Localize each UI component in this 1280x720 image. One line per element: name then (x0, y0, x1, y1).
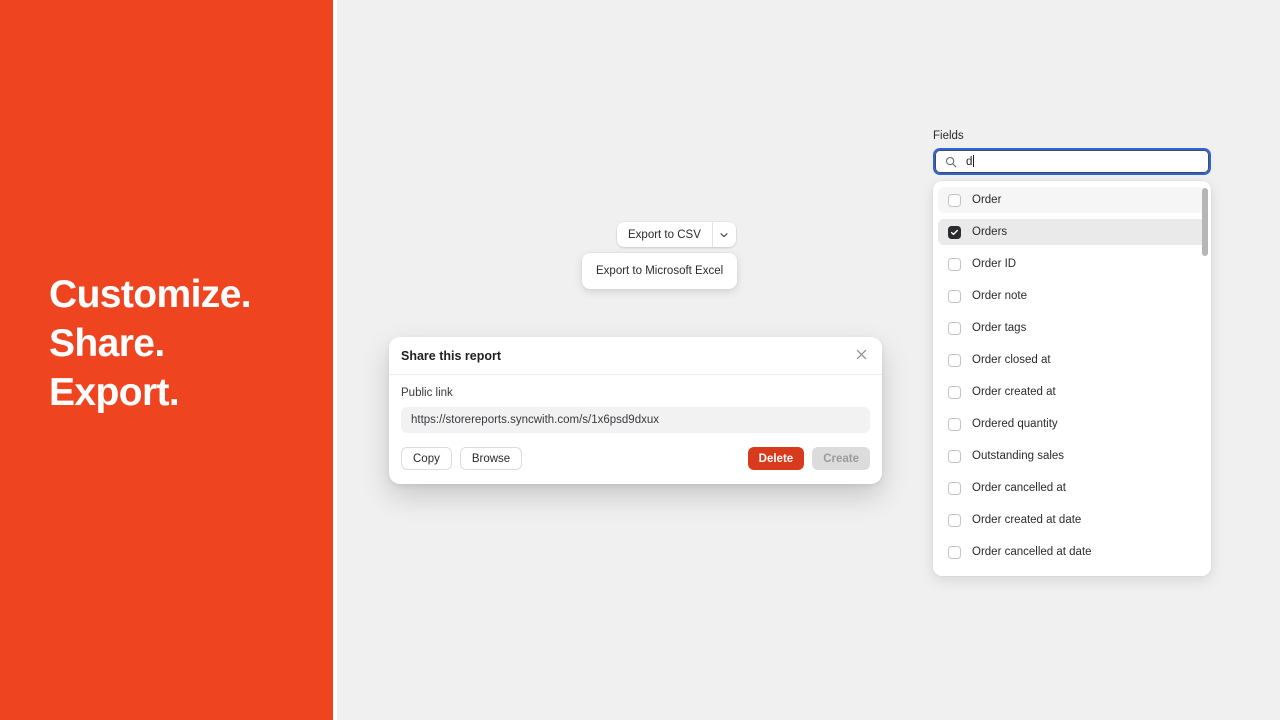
browse-button[interactable]: Browse (459, 447, 523, 470)
checkbox-unchecked[interactable] (948, 321, 961, 335)
close-button[interactable] (850, 345, 872, 367)
fields-list[interactable]: Order Orders Order ID Order note Order tags O… (938, 187, 1206, 576)
field-row[interactable]: Order closed at (938, 347, 1206, 373)
fields-search-shell: d (933, 148, 1211, 175)
field-row-label: Order (972, 194, 1002, 206)
field-row[interactable]: Order note (938, 283, 1206, 309)
field-row[interactable] (938, 571, 1206, 576)
field-row-label: Order note (972, 290, 1027, 302)
check-icon (950, 229, 958, 235)
fields-dropdown-panel: Order Orders Order ID Order note Order tags O… (933, 181, 1211, 576)
field-row-label: Order cancelled at date (972, 546, 1092, 558)
dialog-header: Share this report (389, 337, 882, 375)
fields-panel-wrapper: Fields d Order Orders Order ID Order note Or… (933, 130, 1211, 576)
checkbox-unchecked[interactable] (948, 545, 961, 559)
search-input-value: d (966, 156, 973, 168)
checkbox-unchecked[interactable] (948, 417, 961, 431)
checkbox-checked[interactable] (948, 225, 961, 239)
app-screen: Customize. Share. Export. Export to CSV … (0, 0, 1280, 720)
copy-button[interactable]: Copy (401, 447, 452, 470)
checkbox-unchecked[interactable] (948, 289, 961, 303)
export-dropdown-menu: Export to Microsoft Excel (582, 253, 738, 289)
hero-line-3: Export. (49, 371, 180, 414)
export-csv-button[interactable]: Export to CSV (617, 222, 712, 247)
field-row-label: Order created at date (972, 514, 1082, 526)
search-input[interactable]: d (935, 150, 1209, 173)
create-button: Create (812, 447, 870, 470)
hero-panel: Customize. Share. Export. (0, 0, 333, 720)
menu-item-export-excel[interactable]: Export to Microsoft Excel (582, 259, 737, 283)
field-row[interactable]: Order cancelled at date (938, 539, 1206, 565)
field-row[interactable]: Order ID (938, 251, 1206, 277)
fields-label: Fields (933, 130, 964, 142)
checkbox-unchecked[interactable] (948, 513, 961, 527)
text-cursor (973, 155, 975, 167)
delete-button[interactable]: Delete (747, 447, 805, 470)
public-link-label: Public link (401, 387, 453, 399)
hero-line-1: Customize. (49, 273, 252, 316)
field-row[interactable]: Order created at date (938, 507, 1206, 533)
field-row[interactable]: Orders (938, 219, 1206, 245)
checkbox-unchecked[interactable] (948, 257, 961, 271)
dialog-title: Share this report (401, 348, 502, 363)
chevron-down-icon (719, 230, 729, 240)
close-icon (856, 347, 867, 365)
checkbox-unchecked[interactable] (948, 385, 961, 399)
field-row[interactable]: Order cancelled at (938, 475, 1206, 501)
field-row-label: Outstanding sales (972, 450, 1065, 462)
fields-scrollbar-thumb[interactable] (1202, 188, 1208, 256)
export-dropdown-toggle[interactable] (713, 222, 736, 247)
share-report-dialog: Share this report Public link https://st… (389, 337, 882, 484)
field-row[interactable]: Order (938, 187, 1206, 213)
field-row-label: Order tags (972, 322, 1027, 334)
field-row[interactable]: Order created at (938, 379, 1206, 405)
field-row-label: Order closed at (972, 354, 1051, 366)
field-row-label: Orders (972, 226, 1008, 238)
export-split-button[interactable]: Export to CSV (617, 222, 736, 247)
search-icon (945, 156, 957, 168)
checkbox-unchecked[interactable] (948, 481, 961, 495)
dialog-actions: Copy Browse Delete Create (401, 447, 870, 470)
field-row[interactable]: Outstanding sales (938, 443, 1206, 469)
field-row-label: Order cancelled at (972, 482, 1066, 494)
fields-scrollbar[interactable] (1202, 188, 1208, 569)
export-control: Export to CSV Export to Microsoft Excel (582, 222, 738, 289)
hero-line-2: Share. (49, 322, 165, 365)
hero-headline: Customize. Share. Export. (49, 270, 252, 417)
field-row[interactable]: Ordered quantity (938, 411, 1206, 437)
checkbox-unchecked[interactable] (948, 193, 961, 207)
checkbox-unchecked[interactable] (948, 353, 961, 367)
public-link-value[interactable]: https://storereports.syncwith.com/s/1x6p… (401, 407, 870, 433)
field-row-label: Order created at (972, 386, 1056, 398)
field-row-label: Ordered quantity (972, 418, 1058, 430)
field-row[interactable]: Order tags (938, 315, 1206, 341)
checkbox-unchecked[interactable] (948, 449, 961, 463)
dialog-body: Public link https://storereports.syncwit… (389, 375, 882, 484)
hero-divider (333, 0, 337, 720)
field-row-label: Order ID (972, 258, 1017, 270)
